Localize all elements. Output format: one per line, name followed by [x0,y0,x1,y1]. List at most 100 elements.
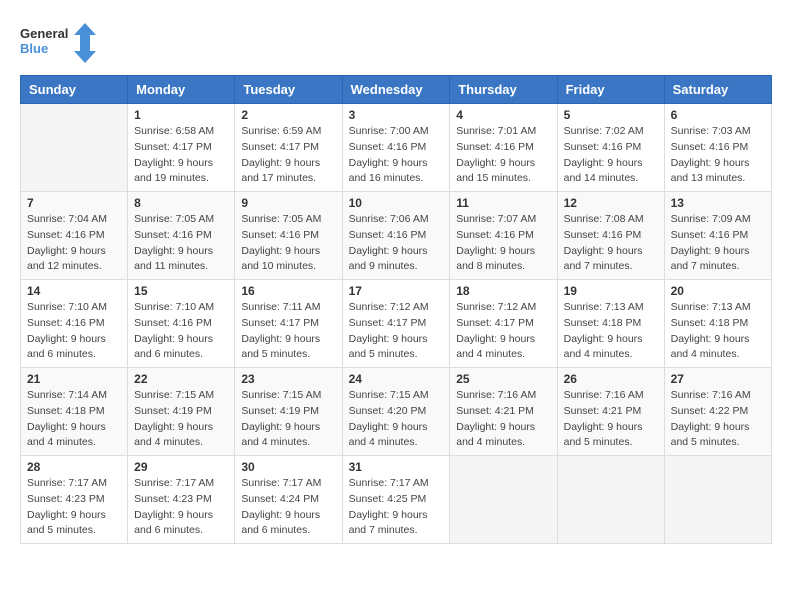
calendar-cell: 9Sunrise: 7:05 AMSunset: 4:16 PMDaylight… [235,192,342,280]
day-number: 24 [349,372,444,386]
calendar-week-row: 14 Sunrise: 7:10 AMSunset: 4:16 PMDayligh… [21,280,772,368]
day-info: Sunrise: 7:05 AMSunset: 4:16 PMDaylight:… [134,212,228,275]
calendar-header-thursday: Thursday [450,76,557,104]
day-info: Sunrise: 7:15 AMSunset: 4:19 PMDaylight:… [241,388,335,451]
day-number: 2 [241,108,335,122]
calendar-cell: 12 Sunrise: 7:08 AMSunset: 4:16 PMDayligh… [557,192,664,280]
day-number: 29 [134,460,228,474]
day-info: Sunrise: 6:59 AMSunset: 4:17 PMDaylight:… [241,124,335,187]
calendar-cell [557,456,664,544]
calendar-cell: 26 Sunrise: 7:16 AMSunset: 4:21 PMDayligh… [557,368,664,456]
calendar-cell [450,456,557,544]
day-info: Sunrise: 7:16 AMSunset: 4:21 PMDaylight:… [564,388,658,451]
day-number: 31 [349,460,444,474]
calendar-header-sunday: Sunday [21,76,128,104]
day-number: 3 [349,108,444,122]
day-number: 14 [27,284,121,298]
day-info: Sunrise: 7:08 AMSunset: 4:16 PMDaylight:… [564,212,658,275]
day-number: 22 [134,372,228,386]
day-info: Sunrise: 7:06 AMSunset: 4:16 PMDaylight:… [349,212,444,275]
calendar-cell: 27 Sunrise: 7:16 AMSunset: 4:22 PMDayligh… [664,368,771,456]
day-number: 27 [671,372,765,386]
calendar-cell: 3 Sunrise: 7:00 AMSunset: 4:16 PMDaylight… [342,104,450,192]
day-number: 13 [671,196,765,210]
day-number: 6 [671,108,765,122]
day-number: 12 [564,196,658,210]
calendar-cell: 8 Sunrise: 7:05 AMSunset: 4:16 PMDaylight… [128,192,235,280]
calendar-cell: 23 Sunrise: 7:15 AMSunset: 4:19 PMDayligh… [235,368,342,456]
calendar-cell: 13Sunrise: 7:09 AMSunset: 4:16 PMDayligh… [664,192,771,280]
day-info: Sunrise: 7:07 AMSunset: 4:16 PMDaylight:… [456,212,550,275]
day-number: 4 [456,108,550,122]
calendar-cell: 16 Sunrise: 7:11 AMSunset: 4:17 PMDayligh… [235,280,342,368]
day-number: 26 [564,372,658,386]
day-info: Sunrise: 7:03 AMSunset: 4:16 PMDaylight:… [671,124,765,187]
day-number: 5 [564,108,658,122]
day-number: 28 [27,460,121,474]
calendar-cell: 19 Sunrise: 7:13 AMSunset: 4:18 PMDayligh… [557,280,664,368]
day-info: Sunrise: 7:10 AMSunset: 4:16 PMDaylight:… [27,300,121,363]
calendar-cell: 21 Sunrise: 7:14 AMSunset: 4:18 PMDayligh… [21,368,128,456]
calendar-cell: 7Sunrise: 7:04 AMSunset: 4:16 PMDaylight… [21,192,128,280]
calendar-table: SundayMondayTuesdayWednesdayThursdayFrid… [20,75,772,544]
day-info: Sunrise: 7:00 AMSunset: 4:16 PMDaylight:… [349,124,444,187]
logo-arrow-icon [74,23,96,63]
day-info: Sunrise: 7:15 AMSunset: 4:19 PMDaylight:… [134,388,228,451]
calendar-header-monday: Monday [128,76,235,104]
calendar-week-row: 28 Sunrise: 7:17 AMSunset: 4:23 PMDayligh… [21,456,772,544]
calendar-cell: 25 Sunrise: 7:16 AMSunset: 4:21 PMDayligh… [450,368,557,456]
calendar-cell: 4Sunrise: 7:01 AMSunset: 4:16 PMDaylight… [450,104,557,192]
calendar-cell: 1Sunrise: 6:58 AMSunset: 4:17 PMDaylight… [128,104,235,192]
calendar-week-row: 1Sunrise: 6:58 AMSunset: 4:17 PMDaylight… [21,104,772,192]
calendar-cell: 6 Sunrise: 7:03 AMSunset: 4:16 PMDaylight… [664,104,771,192]
calendar-cell: 29 Sunrise: 7:17 AMSunset: 4:23 PMDayligh… [128,456,235,544]
day-number: 17 [349,284,444,298]
day-info: Sunrise: 7:04 AMSunset: 4:16 PMDaylight:… [27,212,121,275]
calendar-cell: 28 Sunrise: 7:17 AMSunset: 4:23 PMDayligh… [21,456,128,544]
calendar-week-row: 21 Sunrise: 7:14 AMSunset: 4:18 PMDayligh… [21,368,772,456]
calendar-cell [21,104,128,192]
calendar-cell: 30 Sunrise: 7:17 AMSunset: 4:24 PMDayligh… [235,456,342,544]
day-info: Sunrise: 7:13 AMSunset: 4:18 PMDaylight:… [564,300,658,363]
day-number: 23 [241,372,335,386]
day-info: Sunrise: 7:11 AMSunset: 4:17 PMDaylight:… [241,300,335,363]
day-number: 30 [241,460,335,474]
calendar-cell: 15Sunrise: 7:10 AMSunset: 4:16 PMDayligh… [128,280,235,368]
svg-text:Blue: Blue [20,41,48,56]
calendar-cell: 5 Sunrise: 7:02 AMSunset: 4:16 PMDaylight… [557,104,664,192]
day-info: Sunrise: 7:13 AMSunset: 4:18 PMDaylight:… [671,300,765,363]
calendar-cell: 14 Sunrise: 7:10 AMSunset: 4:16 PMDayligh… [21,280,128,368]
calendar-cell: 17 Sunrise: 7:12 AMSunset: 4:17 PMDayligh… [342,280,450,368]
logo: General Blue [20,20,96,65]
calendar-header-row: SundayMondayTuesdayWednesdayThursdayFrid… [21,76,772,104]
calendar-week-row: 7Sunrise: 7:04 AMSunset: 4:16 PMDaylight… [21,192,772,280]
calendar-cell: 31 Sunrise: 7:17 AMSunset: 4:25 PMDayligh… [342,456,450,544]
day-number: 25 [456,372,550,386]
day-number: 16 [241,284,335,298]
day-number: 1 [134,108,228,122]
day-info: Sunrise: 7:16 AMSunset: 4:21 PMDaylight:… [456,388,550,451]
day-number: 19 [564,284,658,298]
calendar-cell: 2 Sunrise: 6:59 AMSunset: 4:17 PMDaylight… [235,104,342,192]
header: General Blue [20,20,772,65]
day-info: Sunrise: 7:12 AMSunset: 4:17 PMDaylight:… [349,300,444,363]
day-number: 11 [456,196,550,210]
day-number: 21 [27,372,121,386]
day-info: Sunrise: 7:10 AMSunset: 4:16 PMDaylight:… [134,300,228,363]
day-number: 8 [134,196,228,210]
day-number: 20 [671,284,765,298]
day-info: Sunrise: 7:16 AMSunset: 4:22 PMDaylight:… [671,388,765,451]
calendar-cell: 18Sunrise: 7:12 AMSunset: 4:17 PMDayligh… [450,280,557,368]
calendar-header-wednesday: Wednesday [342,76,450,104]
day-info: Sunrise: 7:17 AMSunset: 4:23 PMDaylight:… [134,476,228,539]
day-info: Sunrise: 7:17 AMSunset: 4:23 PMDaylight:… [27,476,121,539]
day-info: Sunrise: 7:14 AMSunset: 4:18 PMDaylight:… [27,388,121,451]
day-info: Sunrise: 7:17 AMSunset: 4:25 PMDaylight:… [349,476,444,539]
day-info: Sunrise: 7:02 AMSunset: 4:16 PMDaylight:… [564,124,658,187]
logo-svg: General Blue [20,20,70,65]
day-info: Sunrise: 7:15 AMSunset: 4:20 PMDaylight:… [349,388,444,451]
day-info: Sunrise: 7:17 AMSunset: 4:24 PMDaylight:… [241,476,335,539]
calendar-header-friday: Friday [557,76,664,104]
day-info: Sunrise: 7:12 AMSunset: 4:17 PMDaylight:… [456,300,550,363]
calendar-cell: 20 Sunrise: 7:13 AMSunset: 4:18 PMDayligh… [664,280,771,368]
